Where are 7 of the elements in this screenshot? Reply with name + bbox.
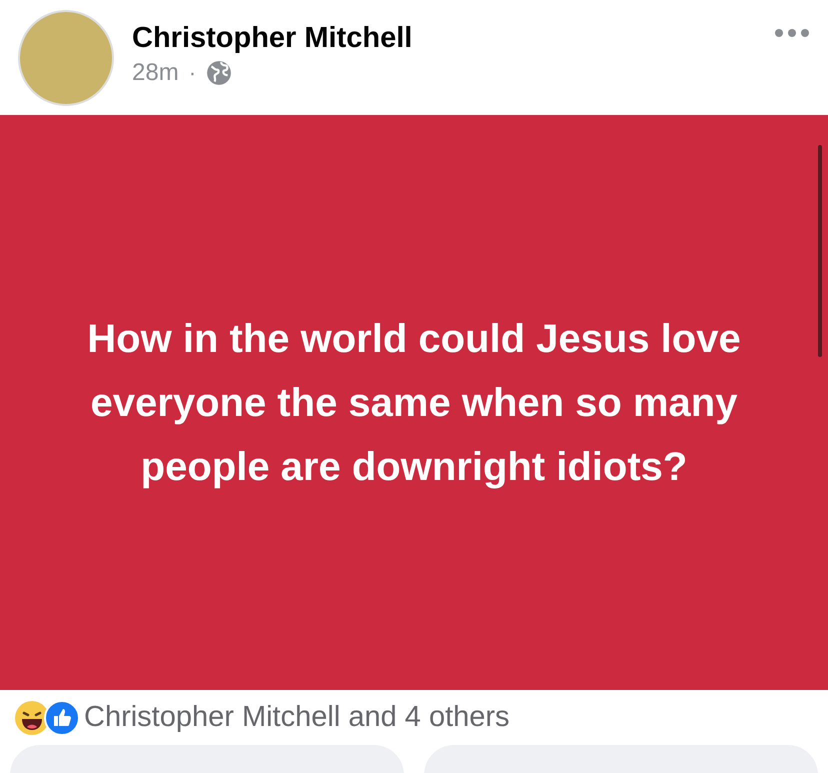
post-text: How in the world could Jesus love everyone the same when so many people are downright idiots? — [86, 316, 742, 490]
reaction-summary[interactable]: Christopher Mitchell and 4 others — [84, 701, 510, 734]
author-name[interactable]: Christopher Mitchell — [132, 22, 774, 55]
separator-dot: · — [188, 60, 196, 86]
like-reaction-icon — [44, 700, 80, 736]
more-options-icon[interactable] — [774, 28, 810, 38]
post-time[interactable]: 28m — [132, 59, 179, 87]
